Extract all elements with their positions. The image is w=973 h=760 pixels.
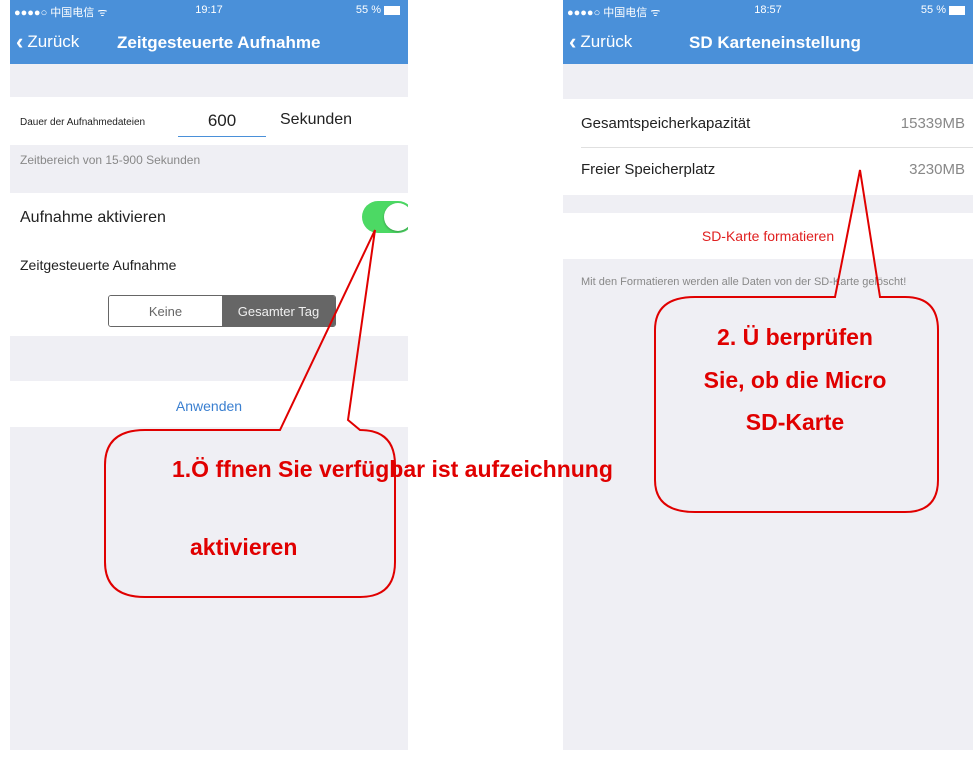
annotation-step2-line3: SD-Karte	[745, 409, 845, 435]
annotation-step2-line1: 2. Ü berprüfen	[717, 324, 873, 350]
annotation-step1-line2: aktivieren	[190, 534, 298, 560]
annotation-step1-line1: 1.Ö ffnen Sie verfügbar ist aufzeichnung	[172, 456, 613, 482]
annotation-step2-line2: Sie, ob die Micro	[703, 367, 887, 393]
